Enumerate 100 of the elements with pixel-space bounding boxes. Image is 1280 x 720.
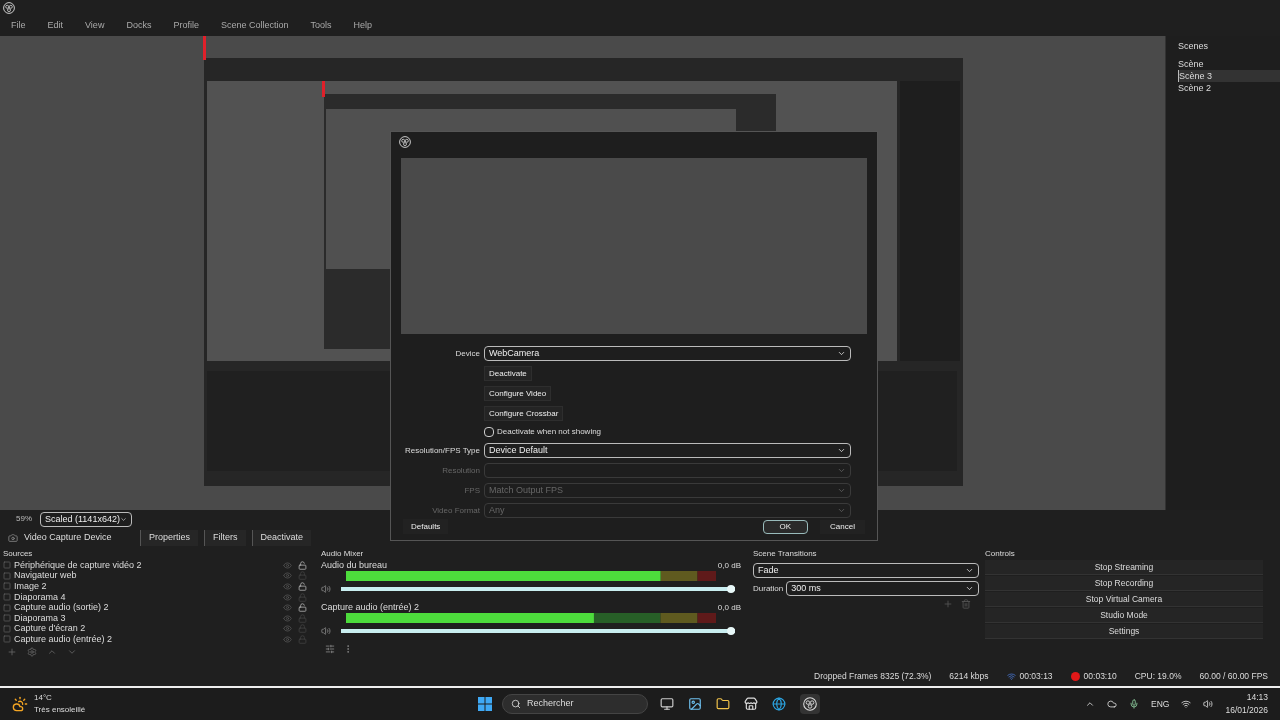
unlock-icon[interactable]: [298, 603, 307, 613]
dialog-action-button[interactable]: Configure Video: [484, 386, 552, 401]
duration-label: Duration: [753, 582, 784, 595]
stream-icon: [1006, 671, 1016, 681]
defaults-button[interactable]: Defaults: [403, 519, 449, 534]
chevron-down-icon: [837, 446, 846, 455]
control-button[interactable]: Stop Virtual Camera: [985, 592, 1263, 607]
source-item[interactable]: Capture audio (entrée) 2: [14, 634, 283, 644]
zoom-level: 59%: [16, 513, 32, 525]
source-item[interactable]: Diaporama 3: [14, 613, 283, 623]
meter-warning-zone: [660, 571, 698, 581]
start-menu-icon[interactable]: [478, 697, 492, 711]
scene-item[interactable]: Scène 3: [1178, 69, 1280, 82]
control-button[interactable]: Studio Mode: [985, 608, 1263, 623]
source-toolbar-button[interactable]: Filters: [204, 530, 246, 546]
dialog-action-button[interactable]: Configure Crossbar: [484, 406, 564, 421]
store-icon[interactable]: [744, 697, 758, 711]
visibility-eye-icon[interactable]: [283, 582, 292, 591]
control-button[interactable]: Settings: [985, 624, 1263, 639]
speaker-icon[interactable]: [321, 584, 331, 594]
field-label: FPS: [463, 484, 480, 497]
ok-button[interactable]: OK: [762, 519, 809, 534]
chevron-down-icon: [837, 506, 846, 515]
trash-icon[interactable]: [961, 599, 971, 609]
field-label: Device: [454, 347, 480, 360]
mixer-settings-icon[interactable]: [325, 644, 335, 654]
scene-item[interactable]: Scène 2: [1178, 81, 1280, 94]
duration-field[interactable]: 300 ms: [786, 581, 979, 596]
menu-item[interactable]: Scene Collection: [220, 19, 289, 33]
dropped-frames: Dropped Frames 8325 (72.3%): [814, 669, 932, 683]
dropdown-field[interactable]: Device Default: [484, 443, 851, 458]
control-button[interactable]: Stop Streaming: [985, 560, 1263, 575]
microphone-icon[interactable]: [1129, 699, 1140, 709]
visibility-eye-icon[interactable]: [283, 571, 292, 581]
meter-peak-zone: [697, 613, 716, 623]
unlock-icon[interactable]: [298, 582, 307, 591]
visibility-eye-icon[interactable]: [283, 613, 292, 623]
visibility-eye-icon[interactable]: [283, 603, 292, 613]
chevron-down-icon: [837, 349, 846, 358]
settings-icon[interactable]: [27, 646, 37, 657]
task-view-icon[interactable]: [660, 697, 674, 711]
menu-item[interactable]: Docks: [126, 19, 152, 33]
audio-channel-name: Audio du bureau: [321, 558, 388, 572]
add-icon[interactable]: [7, 646, 17, 657]
folder-icon[interactable]: [716, 697, 730, 711]
source-toolbar-button[interactable]: Properties: [140, 530, 199, 546]
menu-item[interactable]: View: [85, 19, 105, 33]
menu-item[interactable]: Tools: [310, 19, 332, 33]
speaker-icon[interactable]: [321, 626, 331, 636]
audio-channel-name: Capture audio (entrée) 2: [321, 600, 420, 614]
clock-time[interactable]: 14:13: [1246, 691, 1268, 704]
transition-select[interactable]: Fade: [753, 563, 979, 578]
source-item[interactable]: Capture d'écran 2: [14, 624, 283, 634]
bitrate: 6214 kbps: [949, 669, 989, 683]
panel-title: Sources: [3, 548, 34, 560]
weather-description: Très ensoleillé: [34, 704, 87, 716]
cancel-button[interactable]: Cancel: [820, 519, 865, 534]
visibility-eye-icon[interactable]: [283, 592, 292, 602]
camera-icon: [8, 533, 18, 543]
dialog-action-button[interactable]: Deactivate: [484, 366, 532, 381]
recording-app-taskbar-button[interactable]: [800, 694, 820, 714]
temperature: 14°C: [34, 692, 53, 704]
source-item[interactable]: Diaporama 4: [14, 592, 283, 602]
scale-select[interactable]: Scaled (1141x642): [40, 511, 132, 527]
taskbar-search-field[interactable]: Rechercher: [502, 694, 648, 714]
selected-source-name: Video Capture Device: [24, 531, 113, 545]
weather-icon[interactable]: [12, 696, 28, 712]
scene-item[interactable]: Scène: [1178, 57, 1280, 70]
panel-title: Controls: [985, 548, 1016, 560]
source-item[interactable]: Navigateur web: [14, 571, 283, 581]
slider-thumb[interactable]: [727, 585, 735, 593]
panel-title: Scenes: [1178, 40, 1210, 53]
volume-slider[interactable]: [341, 627, 735, 635]
visibility-eye-icon[interactable]: [283, 634, 292, 644]
browser-icon[interactable]: [772, 697, 786, 711]
device-select[interactable]: WebCamera: [484, 346, 851, 361]
control-button[interactable]: Stop Recording: [985, 576, 1263, 591]
checkbox[interactable]: [484, 427, 494, 437]
menu-item[interactable]: File: [11, 19, 26, 33]
menu-item[interactable]: Edit: [47, 19, 64, 33]
tray-expand-icon[interactable]: [1085, 699, 1096, 709]
clock-date[interactable]: 16/01/2026: [1225, 704, 1268, 717]
slider-thumb[interactable]: [727, 627, 735, 635]
input-language[interactable]: ENG: [1151, 697, 1170, 711]
cpu-usage: CPU: 19.0%: [1134, 669, 1182, 683]
speaker-icon[interactable]: [1203, 699, 1214, 709]
menu-item[interactable]: Help: [353, 19, 372, 33]
source-item[interactable]: Périphérique de capture vidéo 2: [14, 560, 283, 570]
menu-item[interactable]: Profile: [173, 19, 199, 33]
visibility-eye-icon[interactable]: [283, 560, 292, 570]
visibility-eye-icon[interactable]: [283, 624, 292, 634]
gallery-app-icon[interactable]: [688, 697, 702, 711]
source-item[interactable]: Capture audio (sortie) 2: [14, 603, 283, 613]
network-icon[interactable]: [1181, 699, 1192, 709]
cloud-icon[interactable]: [1107, 699, 1118, 709]
source-toolbar-button[interactable]: Deactivate: [251, 530, 312, 546]
source-item[interactable]: Image 2: [14, 582, 283, 591]
recording-time: 00:03:10: [1083, 669, 1117, 683]
volume-slider[interactable]: [341, 585, 735, 593]
unlock-icon[interactable]: [298, 560, 307, 570]
